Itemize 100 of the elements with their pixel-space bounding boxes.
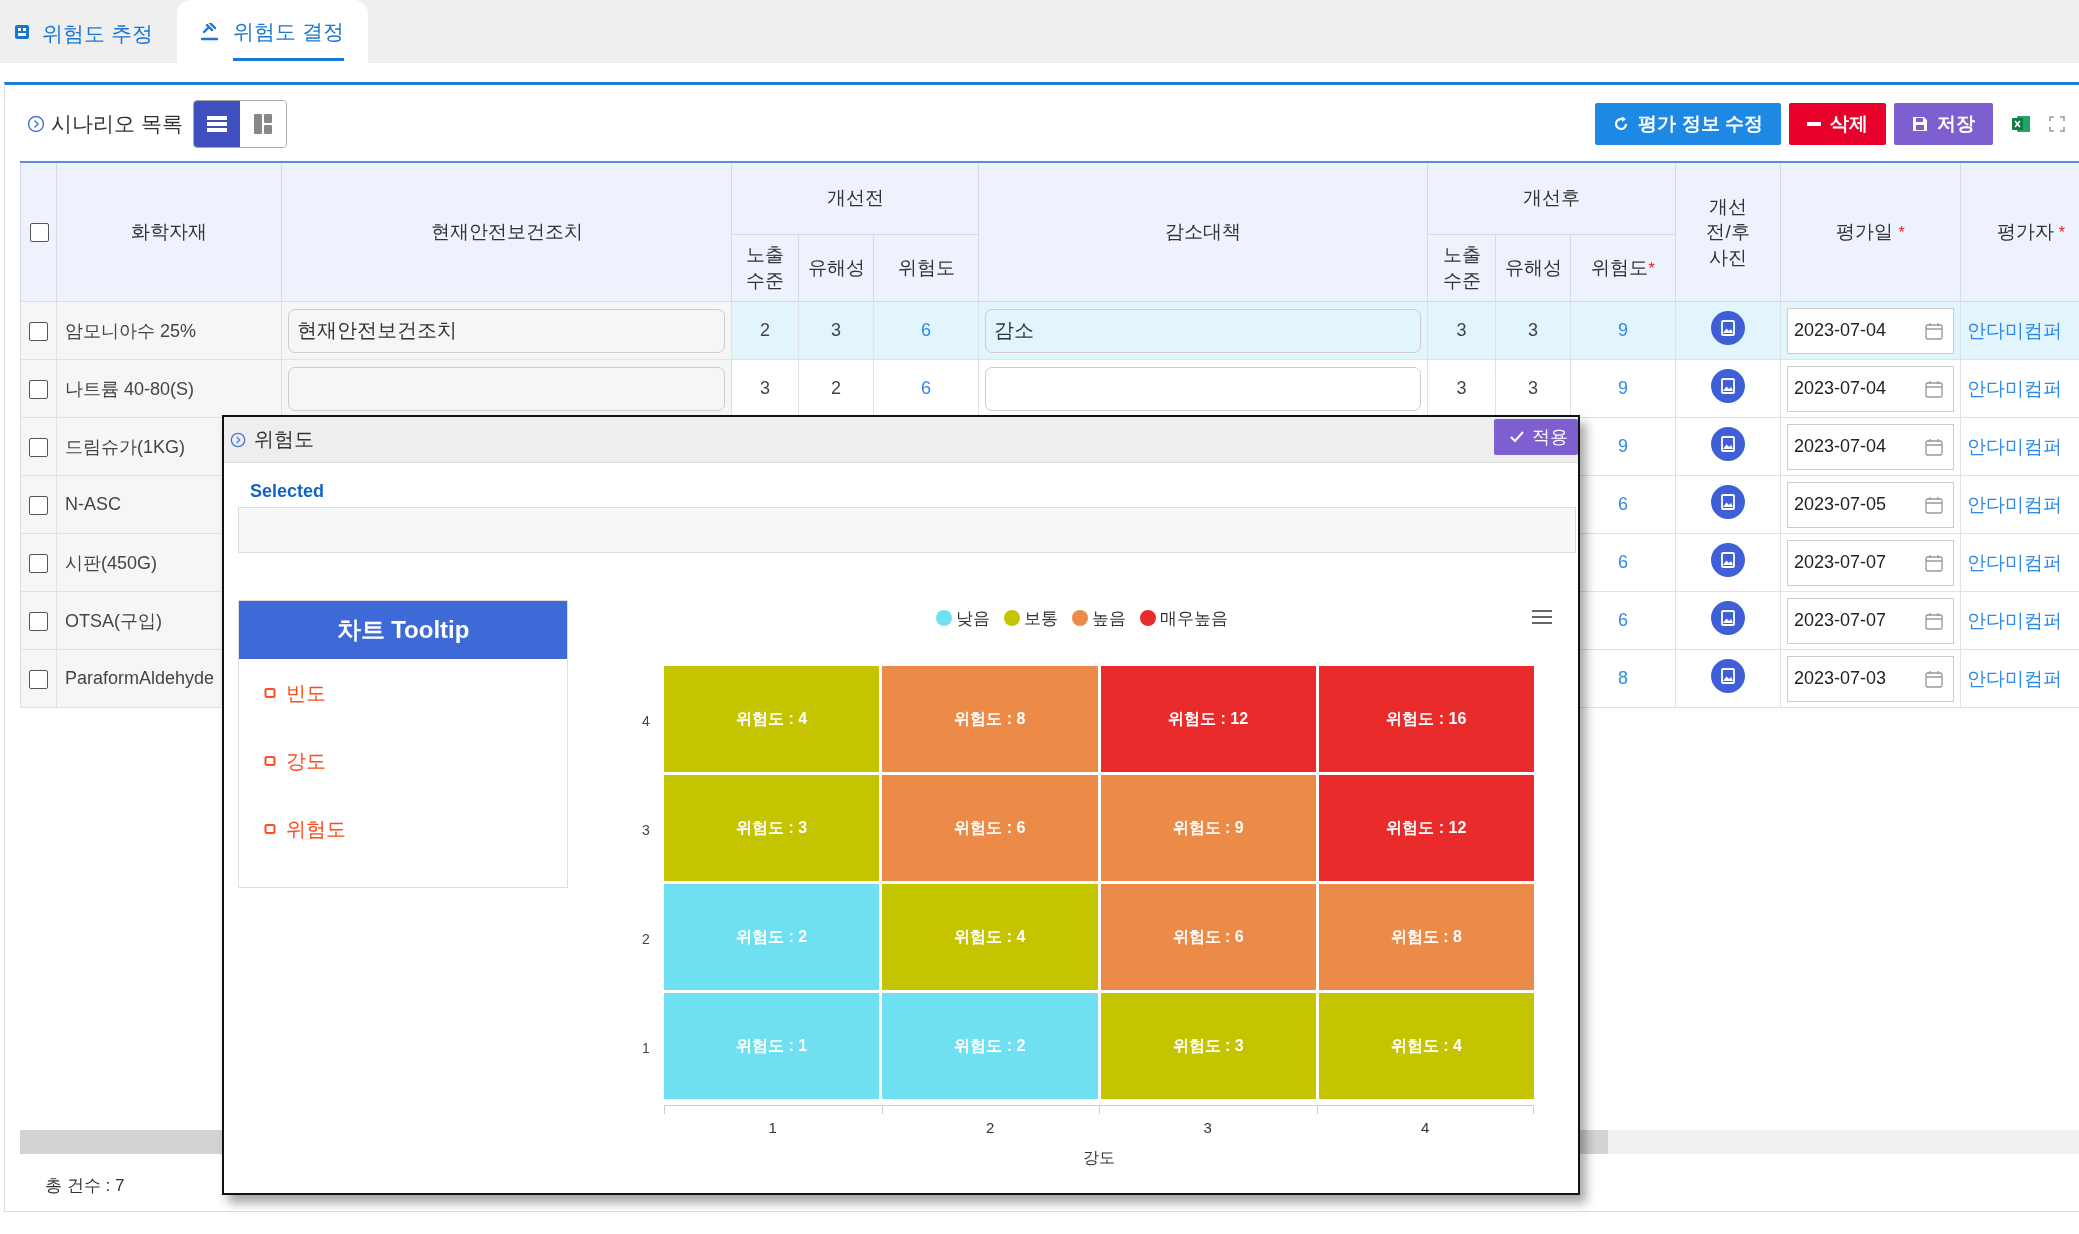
column-header: 평가일: [1836, 221, 1894, 242]
calendar-icon[interactable]: [1925, 669, 1944, 688]
column-header: 노출 수준: [746, 244, 784, 291]
calendar-icon[interactable]: [1925, 321, 1944, 340]
axis-tick-label: 1: [768, 1119, 777, 1136]
axis-tick-label: 3: [1203, 1119, 1212, 1136]
view-toggle-button[interactable]: [193, 101, 240, 147]
reduction-field[interactable]: 감소: [985, 308, 1421, 353]
score-value: 3: [1456, 378, 1467, 398]
row-checkbox[interactable]: [29, 379, 48, 399]
legend-label[interactable]: 낮음: [956, 606, 990, 630]
date-field[interactable]: 2023-07-04: [1787, 365, 1955, 412]
row-checkbox[interactable]: [29, 495, 48, 515]
tab[interactable]: 위험도 추정: [0, 0, 177, 63]
panel-title: 시나리오 목록: [51, 111, 183, 137]
date-field[interactable]: 2023-07-04: [1787, 307, 1955, 354]
score-value: 3: [831, 320, 841, 340]
score-value: 3: [1456, 320, 1467, 340]
column-header: 위험도: [1591, 256, 1649, 278]
risk-value: 6: [1618, 494, 1629, 514]
apply-button[interactable]: 적용: [1494, 419, 1578, 455]
calendar-icon[interactable]: [1925, 495, 1944, 514]
chevron-circle-icon: [230, 431, 246, 448]
row-checkbox[interactable]: [29, 611, 48, 631]
refresh-icon: [1613, 116, 1630, 132]
heatmap-cell[interactable]: 위험도 : 8: [882, 666, 1098, 772]
row-checkbox[interactable]: [29, 321, 48, 341]
photo-icon[interactable]: [1711, 485, 1746, 519]
axis-tick-label: 2: [642, 930, 650, 947]
tooltip-item: 위험도: [286, 816, 346, 842]
date-field[interactable]: 2023-07-07: [1787, 597, 1955, 644]
save-button[interactable]: 저장: [1894, 103, 1993, 145]
selected-field[interactable]: [238, 507, 1576, 553]
save-icon: [1912, 116, 1928, 132]
bullet-icon: [264, 755, 276, 767]
reduction-field[interactable]: [985, 366, 1421, 411]
measures-field[interactable]: 현재안전보건조치: [288, 308, 725, 353]
calendar-icon[interactable]: [1925, 437, 1944, 456]
heatmap-cell[interactable]: 위험도 : 12: [1100, 666, 1316, 772]
column-header: 평가자: [1996, 221, 2054, 242]
tooltip-title: 차트 Tooltip: [239, 601, 567, 659]
column-header: 현재안전보건조치: [430, 221, 583, 242]
column-header: 노출 수준: [1442, 244, 1481, 291]
risk-value: 6: [921, 378, 931, 398]
column-header: 감소대책: [1165, 221, 1241, 242]
heatmap-cell[interactable]: 위험도 : 9: [1100, 775, 1316, 881]
total-count: 총 건수 : 7: [45, 1176, 125, 1195]
photo-icon[interactable]: [1711, 601, 1746, 635]
spreadsheet-icon[interactable]: [2011, 114, 2031, 134]
row-checkbox[interactable]: [29, 553, 48, 573]
chevron-circle-icon: [27, 115, 45, 133]
gavel-icon: [200, 22, 221, 41]
delete-button[interactable]: 삭제: [1789, 103, 1886, 145]
axis-tick-label: 2: [986, 1119, 995, 1136]
axis-tick-label: 3: [642, 821, 650, 838]
heatmap-cell[interactable]: 위험도 : 6: [1100, 884, 1316, 990]
risk-value: 8: [1618, 668, 1629, 688]
legend-label[interactable]: 매우높음: [1160, 606, 1228, 630]
minus-icon: [1807, 122, 1821, 126]
menu-icon[interactable]: [1532, 610, 1552, 624]
grid-icon: [14, 23, 30, 40]
measures-field[interactable]: [288, 366, 725, 411]
risk-value: 9: [1618, 436, 1629, 456]
material-name: N-ASC: [65, 494, 121, 514]
calendar-icon[interactable]: [1925, 379, 1944, 398]
score-value: 2: [760, 320, 770, 340]
axis-tick-label: 4: [642, 712, 650, 729]
score-value: 3: [1528, 320, 1538, 340]
photo-icon[interactable]: [1711, 543, 1746, 577]
photo-icon[interactable]: [1711, 427, 1746, 461]
column-header: 개선 전/후 사진: [1706, 195, 1750, 268]
row-checkbox[interactable]: [29, 437, 48, 457]
heatmap-cell[interactable]: 위험도 : 16: [1318, 666, 1534, 772]
axis-tick-label: 1: [642, 1039, 650, 1056]
heatmap-cell[interactable]: 위험도 : 6: [882, 775, 1098, 881]
date-field[interactable]: 2023-07-03: [1787, 655, 1955, 702]
calendar-icon[interactable]: [1925, 553, 1944, 572]
bullet-icon: [264, 823, 276, 835]
photo-icon[interactable]: [1711, 369, 1746, 403]
legend-label[interactable]: 보통: [1024, 606, 1058, 630]
legend-label[interactable]: 높음: [1092, 606, 1126, 630]
material-name: 나트륨 40-80(S): [65, 378, 195, 399]
photo-icon[interactable]: [1711, 311, 1746, 345]
heatmap-cell[interactable]: 위험도 : 12: [1318, 775, 1534, 881]
material-name: 암모니아수 25%: [65, 320, 197, 341]
column-header: 화학자재: [131, 221, 207, 242]
column-group-header: 개선전: [826, 187, 884, 209]
axis-tick-label: 4: [1421, 1119, 1430, 1136]
date-field[interactable]: 2023-07-04: [1787, 423, 1955, 470]
calendar-icon[interactable]: [1925, 611, 1944, 630]
score-value: 3: [1528, 378, 1538, 398]
checkbox[interactable]: [30, 223, 49, 243]
edit-button[interactable]: 평가 정보 수정: [1595, 103, 1781, 145]
required-mark: *: [1648, 259, 1655, 277]
heatmap-cell[interactable]: 위험도 : 8: [1318, 884, 1534, 990]
date-field[interactable]: 2023-07-05: [1787, 481, 1955, 528]
row-checkbox[interactable]: [29, 669, 48, 689]
photo-icon[interactable]: [1711, 659, 1746, 693]
tab[interactable]: 위험도 결정: [176, 0, 368, 63]
date-field[interactable]: 2023-07-07: [1787, 539, 1955, 586]
